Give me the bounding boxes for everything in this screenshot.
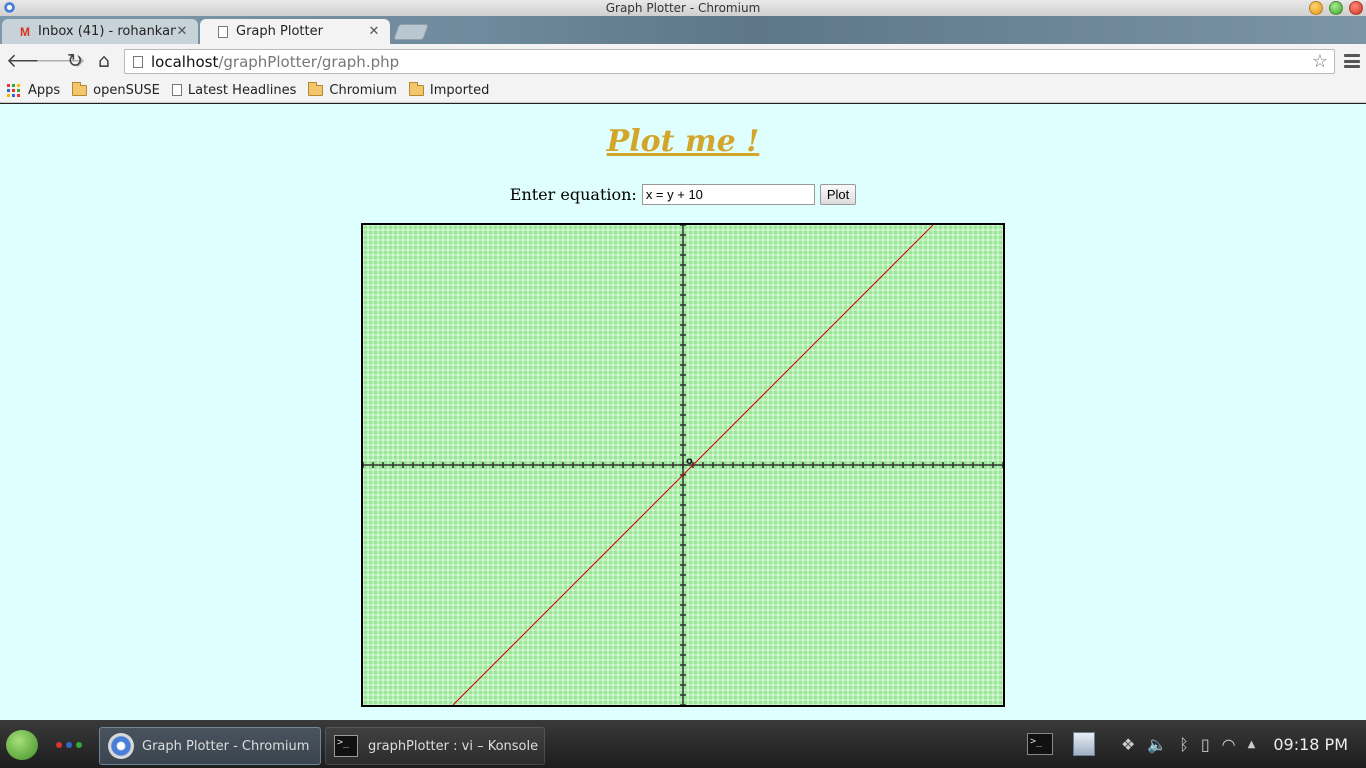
gmail-icon: M	[20, 24, 30, 39]
close-window-button[interactable]	[1349, 1, 1363, 15]
bookmark-label: Latest Headlines	[187, 82, 297, 98]
window-controls	[1309, 1, 1363, 15]
bookmark-label: Imported	[429, 82, 490, 98]
equation-input[interactable]	[641, 184, 815, 205]
chromium-icon	[108, 733, 134, 759]
clock[interactable]: 09:18 PM	[1273, 735, 1348, 754]
bookmark-label: Chromium	[329, 82, 397, 98]
menu-icon[interactable]	[1344, 52, 1360, 70]
window-title: Graph Plotter - Chromium	[605, 1, 761, 15]
battery-icon[interactable]: ▯	[1201, 735, 1210, 754]
bookmark-chromium[interactable]: Chromium	[308, 81, 397, 98]
wifi-icon[interactable]: ◠	[1222, 735, 1236, 754]
file-manager-icon[interactable]	[1072, 732, 1095, 756]
tab-label: Graph Plotter	[236, 24, 323, 39]
system-tray: >_ ❖ 🔈 ᛒ ▯ ◠ ▲ 09:18 PM	[1026, 720, 1366, 768]
page-icon	[218, 25, 228, 38]
konsole-launcher-icon[interactable]: >_	[1026, 733, 1053, 755]
task-chromium[interactable]: Graph Plotter - Chromium	[99, 727, 321, 765]
maximize-button[interactable]	[1329, 1, 1343, 15]
task-label: graphPlotter : vi – Konsole	[368, 738, 539, 754]
address-bar[interactable]: localhost/graphPlotter/graph.php ☆	[124, 49, 1335, 74]
page-icon	[171, 84, 182, 96]
bookmark-label: Apps	[28, 82, 61, 98]
chromium-icon	[3, 1, 16, 14]
reload-icon[interactable]: ↻	[64, 50, 86, 72]
folder-icon	[408, 81, 424, 96]
desktop: Graph Plotter - Chromium M Inbox (41) - …	[0, 0, 1366, 768]
tab-inbox[interactable]: M Inbox (41) - rohankan ✕	[2, 19, 198, 44]
taskbar: Graph Plotter - Chromium >_ graphPlotter…	[0, 720, 1366, 768]
konsole-icon: >_	[334, 735, 358, 757]
plot-button[interactable]: Plot	[819, 184, 857, 205]
tab-graph-plotter[interactable]: Graph Plotter ✕	[200, 19, 390, 44]
task-konsole[interactable]: >_ graphPlotter : vi – Konsole	[325, 727, 545, 765]
close-icon[interactable]: ✕	[368, 24, 380, 39]
bookmark-label: openSUSE	[93, 82, 160, 98]
tray-expand-icon[interactable]: ▲	[1248, 739, 1256, 750]
tab-label: Inbox (41) - rohankan	[38, 24, 176, 39]
equation-form: Enter equation: Plot	[0, 184, 1366, 205]
bookmark-star-icon[interactable]: ☆	[1312, 51, 1328, 72]
dropbox-icon[interactable]: ❖	[1121, 735, 1135, 754]
task-label: Graph Plotter - Chromium	[142, 738, 310, 754]
apps-icon	[7, 83, 20, 97]
forward-icon[interactable]: 🡒	[35, 50, 86, 72]
url-path: /graphPlotter/graph.php	[218, 52, 400, 71]
window-titlebar[interactable]: Graph Plotter - Chromium	[0, 0, 1366, 16]
url-host: localhost	[151, 52, 219, 71]
bookmark-apps[interactable]: Apps	[7, 83, 60, 98]
activities-icon[interactable]	[56, 742, 82, 748]
page-title: Plot me !	[606, 124, 760, 159]
folder-icon	[72, 81, 88, 96]
minimize-button[interactable]	[1309, 1, 1323, 15]
browser-toolbar: 🡐 🡒 ↻ ⌂ localhost/graphPlotter/graph.php…	[0, 44, 1366, 78]
graph-canvas: o	[361, 223, 1005, 707]
new-tab-button[interactable]	[393, 24, 429, 40]
page-heading: Plot me !	[0, 124, 1366, 159]
bookmarks-bar: Apps openSUSE Latest Headlines Chromium …	[0, 78, 1366, 103]
volume-icon[interactable]: 🔈	[1147, 735, 1167, 754]
equation-label: Enter equation:	[509, 185, 637, 204]
bookmark-opensuse[interactable]: openSUSE	[72, 81, 160, 98]
folder-icon	[308, 81, 324, 96]
page-content: Plot me ! Enter equation: Plot o	[0, 104, 1366, 720]
bookmark-imported[interactable]: Imported	[408, 81, 490, 98]
back-icon[interactable]: 🡐	[6, 50, 57, 72]
bookmark-latest-headlines[interactable]: Latest Headlines	[171, 82, 297, 98]
application-launcher-icon[interactable]	[6, 730, 38, 760]
bluetooth-icon[interactable]: ᛒ	[1179, 735, 1189, 754]
home-icon[interactable]: ⌂	[93, 50, 115, 72]
tab-strip: M Inbox (41) - rohankan ✕ Graph Plotter …	[0, 16, 1366, 44]
graph-plot: o	[362, 224, 1004, 706]
page-icon	[133, 55, 143, 68]
close-icon[interactable]: ✕	[176, 24, 188, 39]
